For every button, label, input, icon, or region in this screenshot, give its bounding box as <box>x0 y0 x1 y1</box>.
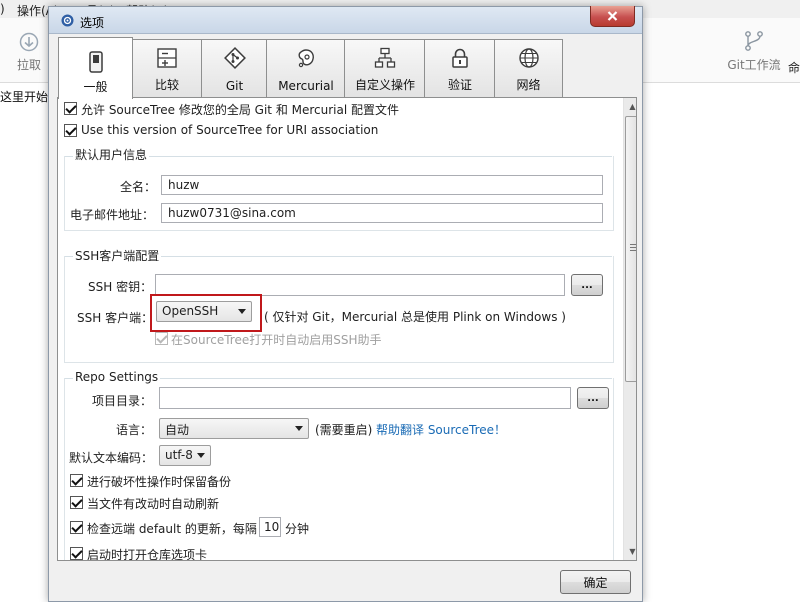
language-value: 自动 <box>165 423 190 437</box>
chevron-down-icon <box>197 453 205 458</box>
auto-refresh-label: 当文件有改动时自动刷新 <box>87 497 220 511</box>
open-tabs-checkbox[interactable] <box>70 547 83 560</box>
tab-network-label: 网络 <box>516 78 541 92</box>
language-label: 语言： <box>116 423 153 437</box>
tab-git-label: Git <box>225 79 244 93</box>
tab-compare[interactable]: 比较 <box>131 39 203 97</box>
fullname-input[interactable]: huzw <box>161 175 603 195</box>
pull-button[interactable]: 拉取 <box>10 32 48 73</box>
compare-icon <box>157 48 177 68</box>
sidebar-text-fragment: 这里开始 <box>0 90 49 104</box>
email-input[interactable]: huzw0731@sina.com <box>161 203 603 223</box>
globe-icon <box>518 48 539 68</box>
mercurial-icon <box>298 49 314 68</box>
phone-icon <box>88 51 103 73</box>
language-restart-note: (需要重启) <box>315 423 373 437</box>
fullname-label: 全名： <box>119 180 156 194</box>
tab-authentication[interactable]: 验证 <box>424 39 496 97</box>
ssh-client-note: ( 仅针对 Git，Mercurial 总是使用 Plink on Window… <box>264 310 566 324</box>
tab-git[interactable]: Git <box>201 39 268 97</box>
ssh-auto-agent-checkbox[interactable] <box>155 332 168 345</box>
scrollbar-thumb[interactable] <box>625 116 636 382</box>
pull-icon <box>19 32 39 52</box>
check-remote-label-suffix: 分钟 <box>285 522 310 536</box>
language-select[interactable]: 自动 <box>159 418 309 439</box>
project-dir-label: 项目目录： <box>92 394 153 408</box>
ssh-auto-agent-label: 在SourceTree打开时自动启用SSH助手 <box>171 333 382 347</box>
tab-network[interactable]: 网络 <box>494 39 563 97</box>
general-settings-panel: 允许 SourceTree 修改您的全局 Git 和 Mercurial 配置文… <box>57 97 637 561</box>
tab-general-label: 一般 <box>83 80 108 94</box>
dialog-titlebar[interactable]: 选项 <box>49 6 642 34</box>
tab-custom-actions[interactable]: 自定义操作 <box>344 39 426 97</box>
tab-general[interactable]: 一般 <box>58 37 133 99</box>
email-label: 电子邮件地址： <box>70 208 155 222</box>
keep-backup-label: 进行破坏性操作时保留备份 <box>87 475 232 489</box>
project-dir-input[interactable] <box>159 387 571 409</box>
ssh-key-label: SSH 密钥： <box>88 280 153 294</box>
options-dialog: 选项 一般 比较 Git Mercurial 自定义操作 验证 网络 允许 So… <box>48 6 643 602</box>
user-info-title: 默认用户信息 <box>73 146 150 163</box>
uri-association-label: Use this version of SourceTree for URI a… <box>81 123 379 137</box>
encoding-label: 默认文本编码： <box>69 451 154 465</box>
tab-mercurial[interactable]: Mercurial <box>266 39 346 97</box>
chevron-down-icon <box>295 426 303 431</box>
ssh-client-highlight <box>150 294 262 332</box>
ok-button[interactable]: 确定 <box>560 570 631 594</box>
close-icon <box>607 11 618 21</box>
command-label-fragment: 命 <box>788 61 800 75</box>
allow-modify-global-checkbox[interactable] <box>64 102 77 115</box>
scroll-up-icon[interactable]: ▲ <box>624 98 636 115</box>
gitflow-icon <box>745 31 763 51</box>
close-button[interactable] <box>590 6 635 27</box>
lock-icon <box>452 48 468 68</box>
settings-scrollbar[interactable]: ▲ ▼ <box>623 98 636 560</box>
menu-fragment: ) <box>0 2 5 16</box>
sourcetree-icon <box>61 14 74 27</box>
ssh-key-browse-button[interactable]: ... <box>571 274 603 296</box>
uri-association-checkbox[interactable] <box>64 124 77 137</box>
ssh-title: SSH客户端配置 <box>73 247 162 264</box>
translate-link[interactable]: 帮助翻译 SourceTree！ <box>376 421 506 438</box>
repo-settings-title: Repo Settings <box>73 370 161 384</box>
ssh-client-label: SSH 客户端： <box>77 311 154 325</box>
tab-mercurial-label: Mercurial <box>278 79 334 93</box>
scroll-down-icon[interactable]: ▼ <box>624 543 636 560</box>
check-remote-checkbox[interactable] <box>70 521 83 534</box>
gitflow-button[interactable]: Git工作流 <box>724 30 784 73</box>
auto-refresh-checkbox[interactable] <box>70 496 83 509</box>
pull-label: 拉取 <box>16 58 41 72</box>
keep-backup-checkbox[interactable] <box>70 474 83 487</box>
git-icon <box>223 47 246 69</box>
ssh-key-input[interactable] <box>155 274 565 296</box>
scrollbar-grip-icon <box>630 244 636 245</box>
check-remote-label-prefix: 检查远端 default 的更新，每隔 <box>87 522 257 536</box>
encoding-select[interactable]: utf-8 <box>159 445 211 466</box>
dialog-title: 选项 <box>80 16 105 30</box>
encoding-value: utf-8 <box>165 448 193 462</box>
open-tabs-label: 启动时打开仓库选项卡 <box>87 548 208 561</box>
check-interval-input[interactable]: 10 <box>259 517 281 537</box>
tab-custom-actions-label: 自定义操作 <box>354 78 415 92</box>
tab-authentication-label: 验证 <box>447 78 472 92</box>
tab-compare-label: 比较 <box>154 78 179 92</box>
project-dir-browse-button[interactable]: ... <box>577 387 609 409</box>
custom-actions-icon <box>374 47 396 68</box>
allow-modify-global-label: 允许 SourceTree 修改您的全局 Git 和 Mercurial 配置文… <box>81 103 400 117</box>
gitflow-label: Git工作流 <box>727 58 781 72</box>
